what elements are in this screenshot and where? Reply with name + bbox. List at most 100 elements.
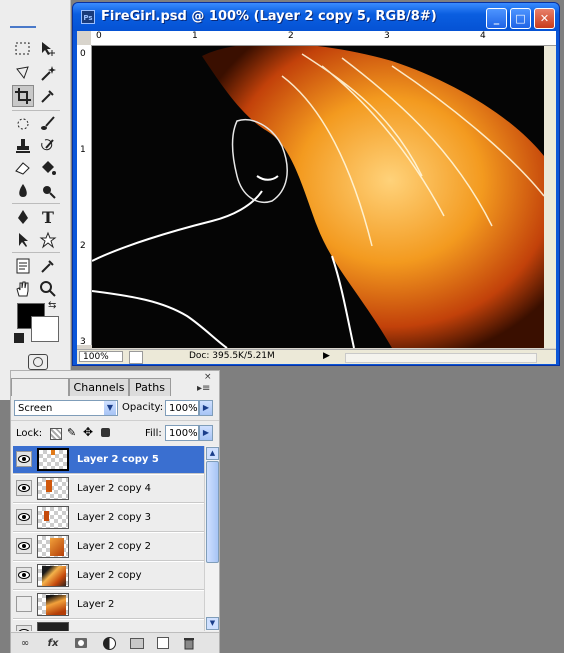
photoshop-icon: Ps bbox=[81, 10, 95, 24]
pen-icon[interactable] bbox=[12, 206, 34, 228]
fill-slider-button[interactable]: ▶ bbox=[199, 425, 213, 441]
new-group-icon[interactable] bbox=[129, 636, 145, 650]
blend-mode-value: Screen bbox=[18, 403, 53, 414]
panel-close-icon[interactable]: × bbox=[204, 372, 212, 382]
tab-layers[interactable] bbox=[11, 378, 69, 396]
eyedropper-2-icon[interactable] bbox=[37, 255, 59, 277]
default-colors-icon[interactable] bbox=[14, 333, 24, 343]
layer-name: Layer 2 copy 3 bbox=[77, 512, 152, 523]
minimize-button[interactable]: _ bbox=[486, 8, 507, 29]
lock-all-icon[interactable] bbox=[101, 428, 110, 437]
brush-icon[interactable] bbox=[37, 113, 59, 135]
eye-icon[interactable] bbox=[16, 451, 32, 467]
eye-icon[interactable] bbox=[16, 480, 32, 496]
blur-icon[interactable] bbox=[12, 180, 34, 202]
type-icon[interactable]: T bbox=[37, 206, 59, 228]
layer-name: Layer 2 copy 2 bbox=[77, 541, 152, 552]
magic-wand-icon[interactable] bbox=[37, 62, 59, 84]
lock-position-icon[interactable]: ✥ bbox=[83, 425, 93, 439]
crop-icon[interactable] bbox=[12, 85, 34, 107]
scroll-down-icon[interactable]: ▼ bbox=[206, 617, 219, 630]
eye-icon[interactable] bbox=[16, 509, 32, 525]
opacity-field[interactable]: 100% bbox=[165, 400, 199, 416]
link-layers-icon[interactable]: ∞ bbox=[17, 636, 33, 650]
swap-colors-icon[interactable]: ⇆ bbox=[48, 300, 56, 311]
close-button[interactable]: ✕ bbox=[534, 8, 555, 29]
zoom-icon[interactable] bbox=[37, 278, 59, 300]
move-icon[interactable] bbox=[37, 38, 59, 60]
ruler-label: 1 bbox=[192, 31, 198, 41]
document-title: FireGirl.psd @ 100% (Layer 2 copy 5, RGB… bbox=[101, 9, 437, 24]
tools-divider bbox=[12, 110, 60, 111]
layer-row[interactable]: Layer 2 bbox=[13, 591, 206, 619]
status-menu-arrow-icon[interactable]: ▶ bbox=[323, 351, 330, 361]
eye-icon[interactable] bbox=[16, 538, 32, 554]
ruler-label: 2 bbox=[288, 31, 294, 41]
fill-field[interactable]: 100% bbox=[165, 425, 199, 441]
clone-stamp-icon[interactable] bbox=[12, 135, 34, 157]
zoom-preview-icon[interactable] bbox=[129, 351, 143, 364]
healing-brush-icon[interactable] bbox=[12, 113, 34, 135]
layer-thumbnail bbox=[37, 593, 69, 616]
layer-row[interactable]: Layer 2 copy 2 bbox=[13, 533, 206, 561]
tools-panel-grip[interactable] bbox=[10, 26, 36, 28]
blend-mode-select[interactable]: Screen ▼ bbox=[14, 400, 118, 416]
paint-bucket-icon[interactable] bbox=[37, 157, 59, 179]
custom-shape-icon[interactable] bbox=[37, 229, 59, 251]
ruler-label: 1 bbox=[80, 145, 86, 155]
adjustment-layer-icon[interactable] bbox=[101, 636, 117, 650]
ruler-label: 3 bbox=[384, 31, 390, 41]
quick-mask-icon[interactable] bbox=[28, 354, 48, 370]
layer-row[interactable]: Layer 2 copy 3 bbox=[13, 504, 206, 532]
lock-label: Lock: bbox=[16, 428, 43, 439]
background-color-swatch[interactable] bbox=[31, 316, 59, 342]
tools-panel: T ⇆ bbox=[0, 0, 71, 400]
zoom-field[interactable]: 100% bbox=[79, 351, 123, 362]
layer-row[interactable] bbox=[13, 620, 206, 631]
fill-label: Fill: bbox=[145, 428, 162, 439]
layers-scrollbar[interactable]: ▲ ▼ bbox=[204, 446, 219, 631]
layer-name: Layer 2 copy 4 bbox=[77, 483, 152, 494]
canvas-horizontal-scrollbar[interactable] bbox=[345, 353, 537, 363]
layer-row[interactable]: Layer 2 copy bbox=[13, 562, 206, 590]
panel-menu-icon[interactable]: ▸≡ bbox=[197, 383, 210, 394]
image-canvas[interactable] bbox=[92, 46, 544, 348]
horizontal-ruler: 0 1 2 3 4 bbox=[91, 31, 556, 46]
document-titlebar[interactable]: Ps FireGirl.psd @ 100% (Layer 2 copy 5, … bbox=[73, 3, 559, 31]
add-mask-icon[interactable] bbox=[73, 636, 89, 650]
marquee-icon[interactable] bbox=[12, 38, 34, 60]
layer-thumbnail bbox=[37, 448, 69, 471]
ruler-label: 0 bbox=[96, 31, 102, 41]
hidden-eye-slot[interactable] bbox=[16, 596, 32, 612]
fx-icon[interactable]: fx bbox=[45, 636, 61, 650]
eyedropper-icon[interactable] bbox=[37, 85, 59, 107]
notes-icon[interactable] bbox=[12, 255, 34, 277]
path-selection-icon[interactable] bbox=[12, 229, 34, 251]
document-window: Ps FireGirl.psd @ 100% (Layer 2 copy 5, … bbox=[72, 2, 560, 366]
tools-divider bbox=[12, 252, 60, 253]
eye-icon[interactable] bbox=[16, 625, 32, 631]
tab-paths[interactable]: Paths bbox=[129, 378, 171, 396]
layer-row[interactable]: Layer 2 copy 5 bbox=[13, 446, 206, 474]
lasso-icon[interactable] bbox=[12, 62, 34, 84]
layer-row[interactable]: Layer 2 copy 4 bbox=[13, 475, 206, 503]
hand-icon[interactable] bbox=[12, 278, 34, 300]
history-brush-icon[interactable] bbox=[37, 135, 59, 157]
ruler-label: 0 bbox=[80, 49, 86, 59]
vertical-ruler: 0 1 2 3 bbox=[77, 45, 92, 347]
lock-transparency-icon[interactable] bbox=[50, 428, 62, 440]
ruler-label: 4 bbox=[480, 31, 486, 41]
new-layer-icon[interactable] bbox=[155, 636, 171, 650]
tab-channels[interactable]: Channels bbox=[69, 378, 129, 396]
opacity-slider-button[interactable]: ▶ bbox=[199, 400, 213, 416]
delete-layer-icon[interactable] bbox=[181, 636, 197, 650]
lock-image-icon[interactable]: ✎ bbox=[67, 426, 76, 439]
chevron-down-icon: ▼ bbox=[104, 401, 116, 415]
dodge-icon[interactable] bbox=[37, 180, 59, 202]
scroll-up-icon[interactable]: ▲ bbox=[206, 447, 219, 460]
maximize-button[interactable]: □ bbox=[510, 8, 531, 29]
eraser-icon[interactable] bbox=[12, 157, 34, 179]
scroll-thumb[interactable] bbox=[206, 461, 219, 563]
eye-icon[interactable] bbox=[16, 567, 32, 583]
canvas-vertical-scrollbar[interactable] bbox=[544, 46, 556, 348]
